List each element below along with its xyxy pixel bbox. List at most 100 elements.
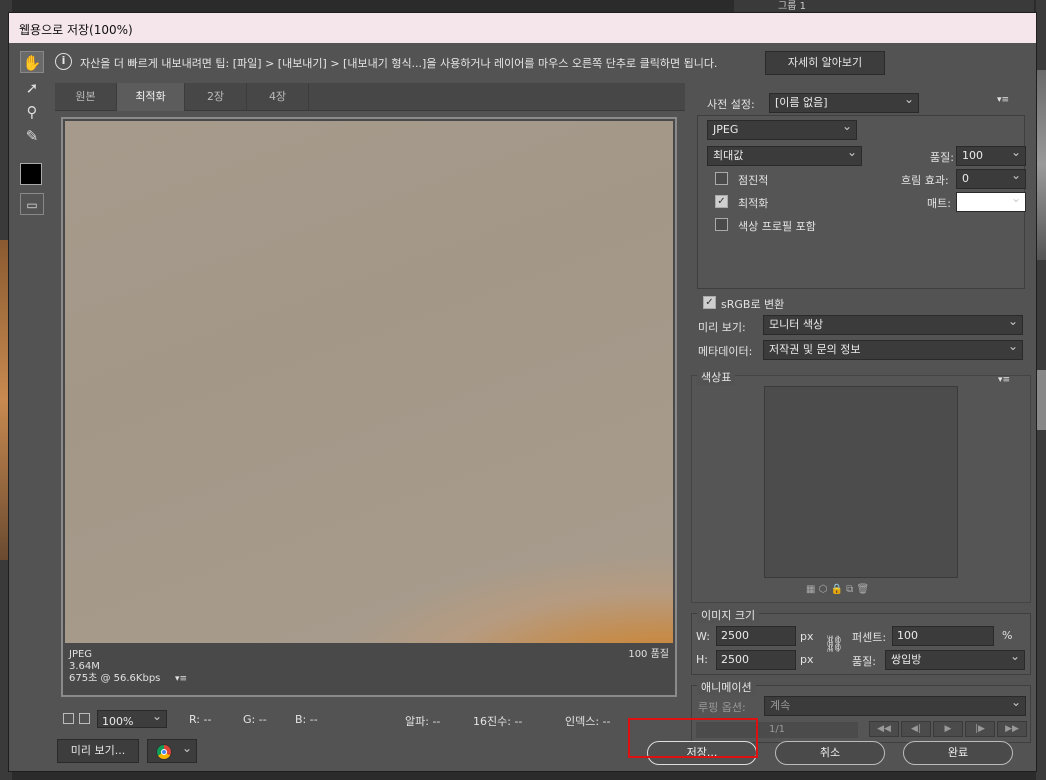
preview-file-size: 3.64M: [69, 661, 100, 672]
color-preview-value: 모니터 색상: [769, 318, 824, 331]
zoom-tool-icon[interactable]: ⚲: [20, 101, 44, 123]
preset-label: 사전 설정:: [707, 98, 755, 111]
browser-select[interactable]: ⌄: [147, 739, 197, 763]
tab-4-up[interactable]: 4장: [247, 83, 309, 111]
height-label: H:: [696, 653, 708, 666]
quality-input[interactable]: 100: [956, 146, 1026, 166]
cancel-button[interactable]: 취소: [775, 741, 885, 765]
status-hex: 16진수: --: [473, 715, 523, 728]
download-menu-icon[interactable]: ▾≡: [175, 673, 187, 685]
width-input[interactable]: 2500: [716, 626, 796, 646]
color-preview-select[interactable]: 모니터 색상: [763, 315, 1023, 335]
last-frame-icon[interactable]: ▶▶: [997, 721, 1027, 737]
tip-text: 자산을 더 빠르게 내보내려면 팁: [파일] > [내보내기] > [내보내기…: [80, 57, 718, 70]
resample-select[interactable]: 쌍입방: [885, 650, 1025, 670]
zoom-select[interactable]: 100%: [97, 710, 167, 728]
blur-label: 흐림 효과:: [901, 174, 949, 187]
metadata-select[interactable]: 저작권 및 문의 정보: [763, 340, 1023, 360]
preview-format: JPEG: [69, 649, 93, 660]
embed-profile-label: 색상 프로필 포함: [738, 220, 816, 233]
save-for-web-dialog: 웹용으로 저장(100%) i 자산을 더 빠르게 내보내려면 팁: [파일] …: [8, 12, 1037, 772]
image-size-title: 이미지 크기: [697, 607, 760, 623]
chevron-down-icon: ⌄: [181, 741, 192, 755]
status-alpha: 알파: --: [405, 715, 441, 728]
status-b: B: --: [295, 713, 318, 726]
learn-more-button[interactable]: 자세히 알아보기: [765, 51, 885, 75]
preview-pane: JPEG 3.64M 675초 @ 56.6Kbps ▾≡ 100 품질: [61, 117, 677, 697]
compression-select[interactable]: 최대값: [707, 146, 862, 166]
info-icon: i: [55, 53, 72, 70]
loop-select[interactable]: 계속: [764, 696, 1026, 716]
convert-srgb-checkbox[interactable]: ✓: [703, 296, 716, 309]
status-g: G: --: [243, 713, 267, 726]
embed-profile-checkbox[interactable]: [715, 218, 728, 231]
play-icon[interactable]: ▶: [933, 721, 963, 737]
matte-select[interactable]: [956, 192, 1026, 212]
animation-title: 애니메이션: [697, 679, 756, 695]
percent-input[interactable]: 100: [892, 626, 994, 646]
hand-tool-icon[interactable]: ✋: [20, 51, 44, 73]
percent-unit: %: [1002, 629, 1013, 642]
optimized-checkbox[interactable]: ✓: [715, 195, 728, 208]
preset-select[interactable]: [이름 없음]: [769, 93, 919, 113]
preview-download-time: 675초 @ 56.6Kbps: [69, 673, 161, 684]
percent-label: 퍼센트:: [852, 631, 887, 644]
preview-image[interactable]: [65, 121, 673, 643]
chrome-icon: [156, 744, 172, 760]
file-format-select[interactable]: JPEG: [707, 120, 857, 140]
layer-label: 그룹 1: [778, 1, 806, 12]
resample-value: 쌍입방: [891, 653, 922, 666]
highlight-box: [628, 718, 758, 758]
prev-frame-icon[interactable]: ◀|: [901, 721, 931, 737]
preset-value: [이름 없음]: [775, 96, 828, 109]
height-input[interactable]: 2500: [716, 650, 796, 670]
progressive-checkbox[interactable]: [715, 172, 728, 185]
zoom-out-icon[interactable]: [63, 713, 74, 724]
color-table-area: [764, 386, 958, 578]
tab-2-up[interactable]: 2장: [185, 83, 247, 111]
toolbox: ✋ ➚ ⚲ ✎ ▭: [15, 51, 49, 231]
next-frame-icon[interactable]: |▶: [965, 721, 995, 737]
status-index: 인덱스: --: [565, 715, 611, 728]
info-bar: i 자산을 더 빠르게 내보내려면 팁: [파일] > [내보내기] > [내보…: [49, 49, 1036, 75]
progressive-label: 점진적: [738, 174, 769, 187]
link-constrain-icon[interactable]: ⛓: [824, 634, 844, 653]
slice-select-tool-icon[interactable]: ➚: [20, 77, 44, 99]
preview-in-browser-button[interactable]: 미리 보기...: [57, 739, 139, 763]
status-bar: 100% R: -- G: -- B: -- 알파: -- 16진수: -- 인…: [55, 709, 685, 731]
width-label: W:: [696, 630, 710, 643]
eyedropper-tool-icon[interactable]: ✎: [20, 125, 44, 147]
compression-value: 최대값: [713, 149, 744, 162]
preview-label: 미리 보기:: [698, 321, 746, 334]
blur-input[interactable]: 0: [956, 169, 1026, 189]
zoom-value: 100%: [102, 715, 134, 728]
first-frame-icon[interactable]: ◀◀: [869, 721, 899, 737]
color-table-icons[interactable]: ▦ ⬡ 🔒 ⧉ 🗑: [806, 584, 869, 595]
background-layer-row: 그룹 1: [734, 0, 1034, 12]
blur-value: 0: [962, 172, 969, 185]
panel-menu-icon[interactable]: ▾≡: [997, 95, 1009, 105]
color-table-menu-icon[interactable]: ▾≡: [998, 375, 1010, 385]
file-format-value: JPEG: [713, 123, 739, 136]
toggle-slices-icon[interactable]: ▭: [20, 193, 44, 215]
width-unit: px: [800, 630, 814, 643]
format-settings-group: JPEG 최대값 품질: 100 점진적 흐림 효과: 0 ✓ 최적화 매트: …: [697, 115, 1026, 289]
matte-label: 매트:: [927, 197, 951, 210]
metadata-value: 저작권 및 문의 정보: [769, 343, 861, 356]
loop-value: 계속: [770, 699, 791, 712]
preview-info: JPEG 3.64M 675초 @ 56.6Kbps ▾≡ 100 품질: [63, 645, 675, 695]
eyedropper-color-swatch[interactable]: [20, 163, 42, 185]
background-panel-right: [1036, 0, 1046, 780]
zoom-in-icon[interactable]: [79, 713, 90, 724]
tab-original[interactable]: 원본: [55, 83, 117, 111]
view-tabs: 원본 최적화 2장 4장: [55, 83, 685, 111]
preview-quality: 100 품질: [628, 649, 669, 660]
metadata-label: 메타데이터:: [698, 345, 753, 358]
dialog-titlebar: 웹용으로 저장(100%): [9, 13, 1036, 43]
tab-optimized[interactable]: 최적화: [117, 83, 185, 111]
color-table-group: ▦ ⬡ 🔒 ⧉ 🗑 ▾≡: [691, 375, 1031, 603]
done-button[interactable]: 완료: [903, 741, 1013, 765]
resample-label: 품질:: [852, 655, 876, 668]
quality-label: 품질:: [930, 151, 954, 164]
quality-value: 100: [962, 149, 983, 162]
